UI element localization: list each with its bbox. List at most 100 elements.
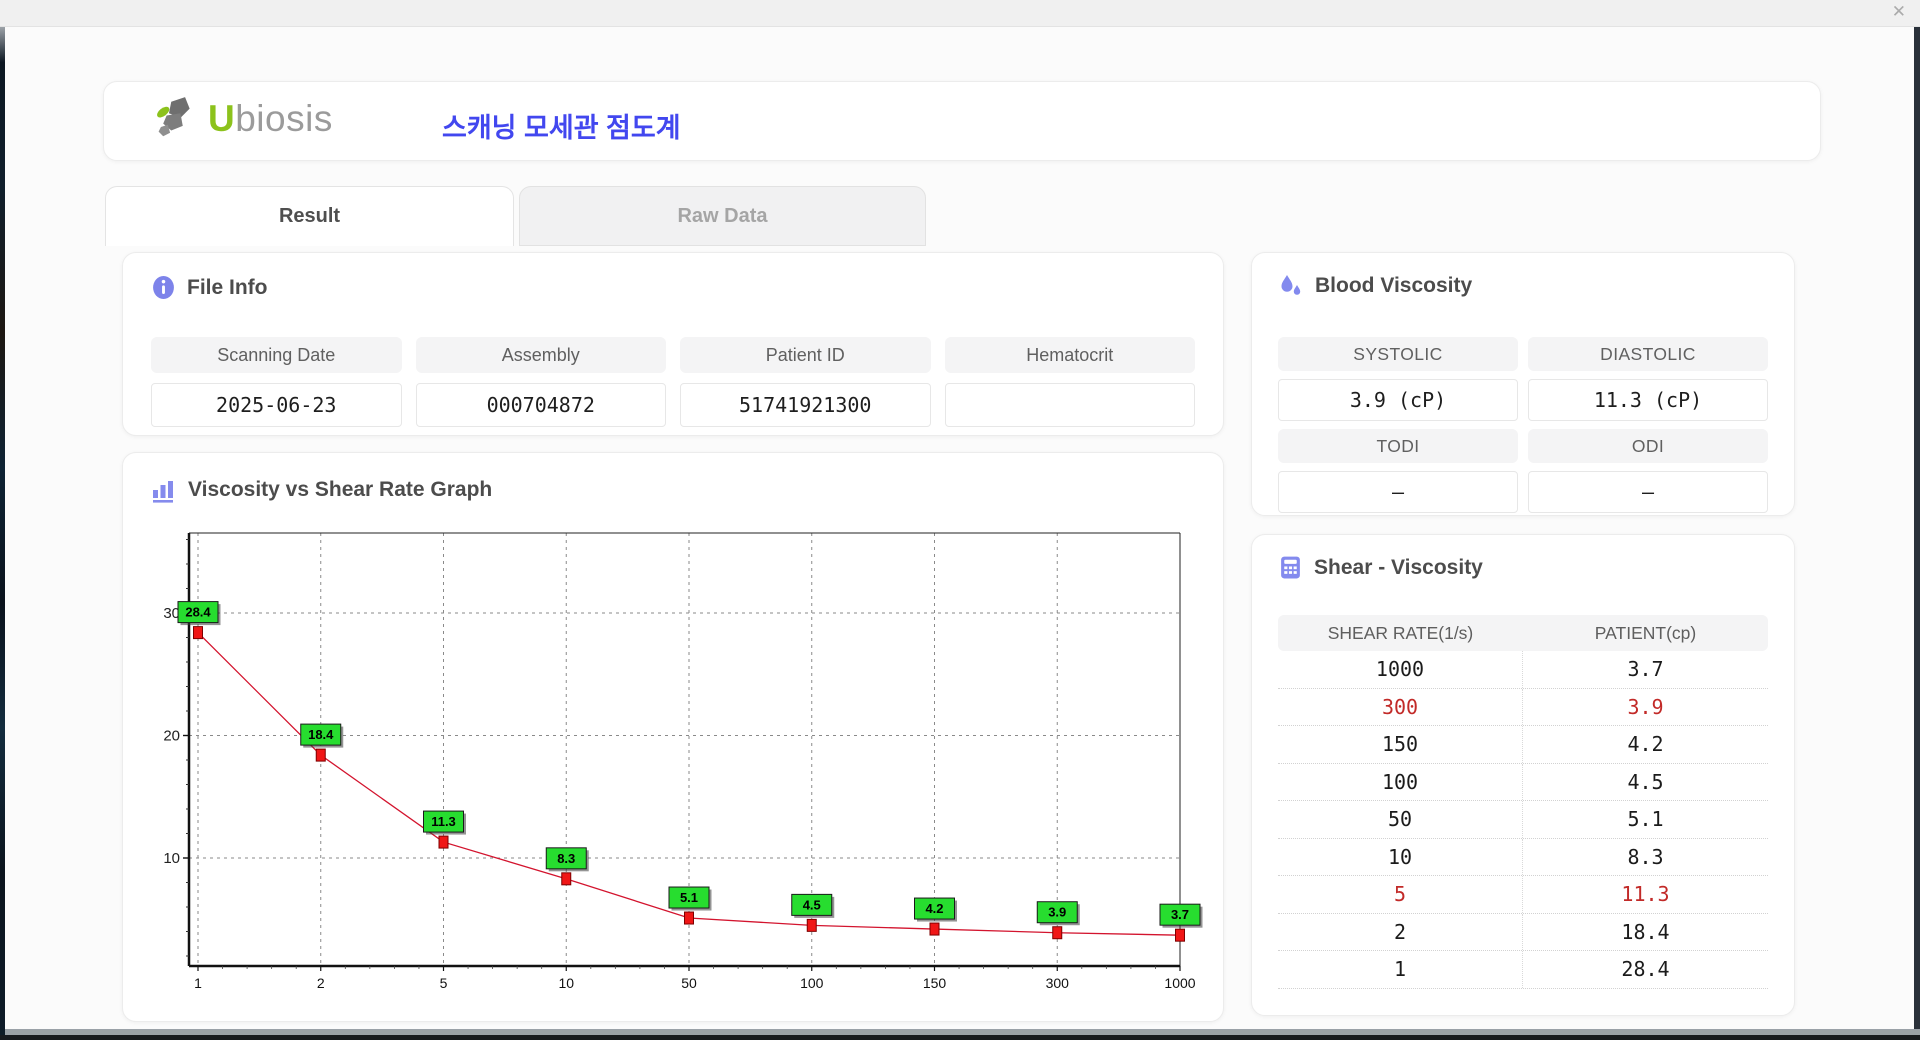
app-window: ✕ Ubiosis 스캐닝 모세관 점도계 Result Raw Data Fi…: [0, 0, 1920, 1040]
svg-text:4.5: 4.5: [803, 897, 821, 912]
svg-text:1: 1: [194, 975, 202, 991]
svg-text:300: 300: [1046, 975, 1070, 991]
table-row: 2 18.4: [1278, 913, 1768, 951]
brand-rest: biosis: [235, 98, 333, 139]
file-info-grid: Scanning Date Assembly Patient ID Hematocri…: [151, 337, 1195, 427]
file-info-field-label: Scanning Date: [151, 337, 402, 373]
shear-viscosity-title: Shear - Viscosity: [1314, 555, 1483, 579]
shear-rate-cell: 5: [1278, 876, 1523, 913]
ubiosis-logo-icon: [157, 97, 190, 137]
table-row: 50 5.1: [1278, 801, 1768, 839]
patient-cp-cell: 5.1: [1627, 807, 1664, 832]
file-info-title-row: File Info: [151, 275, 268, 300]
patient-cp-cell: 4.2: [1627, 732, 1664, 757]
shear-viscosity-title-row: Shear - Viscosity: [1278, 555, 1483, 580]
shear-rate-cell: 50: [1278, 801, 1523, 838]
file-info-field-label: Patient ID: [680, 337, 931, 373]
droplets-icon: [1281, 275, 1301, 295]
tab-raw-data[interactable]: Raw Data: [519, 186, 926, 246]
window-edge-right: [1914, 26, 1920, 1029]
info-icon: [153, 276, 174, 299]
bv-metric-value: –: [1528, 471, 1768, 513]
blood-viscosity-card: Blood Viscosity SYSTOLIC DIASTOLIC 3.9 (cP…: [1251, 252, 1795, 516]
calculator-icon: [1281, 556, 1300, 579]
svg-text:10: 10: [163, 850, 180, 867]
bv-metric-label: SYSTOLIC: [1278, 337, 1518, 371]
patient-cp-cell: 28.4: [1621, 957, 1670, 982]
brand-logo: Ubiosis: [154, 96, 333, 142]
file-info-field-value: [944, 383, 1195, 427]
shear-rate-cell: 1: [1278, 951, 1523, 988]
svg-text:150: 150: [923, 975, 947, 991]
file-info-field-value: 000704872: [415, 383, 666, 427]
shear-rate-cell: 1000: [1278, 651, 1523, 688]
shear-viscosity-table: SHEAR RATE(1/s) PATIENT(cp) 1000 3.7 300 3.9…: [1278, 615, 1768, 989]
svg-text:10: 10: [558, 975, 574, 991]
bar-chart-icon: [153, 481, 173, 503]
file-info-card: File Info Scanning Date Assembly Patient I…: [122, 252, 1224, 436]
brand-text: Ubiosis: [208, 98, 333, 140]
table-row: 100 4.5: [1278, 763, 1768, 801]
svg-text:100: 100: [800, 975, 824, 991]
shear-rate-cell: 2: [1278, 913, 1523, 950]
shear-table-col-header: PATIENT(cp): [1594, 622, 1697, 643]
file-info-field-value: 51741921300: [680, 383, 931, 427]
patient-cp-cell: 4.5: [1627, 769, 1664, 794]
table-row: 10 8.3: [1278, 838, 1768, 876]
svg-text:5.1: 5.1: [680, 890, 698, 905]
file-info-title: File Info: [187, 275, 268, 299]
bv-metric-value: 3.9 (cP): [1278, 379, 1518, 421]
shear-viscosity-card: Shear - Viscosity SHEAR RATE(1/s) PATIENT…: [1251, 534, 1795, 1016]
shear-rate-cell: 300: [1278, 688, 1523, 725]
window-edge-left: [0, 0, 5, 1040]
svg-text:50: 50: [681, 975, 697, 991]
viscosity-chart: 10 20 30 1 2 5 10 50 100 150 300 1000 28.4 18.4 11.3 8.…: [163, 532, 1203, 991]
shear-table-col-header: SHEAR RATE(1/s): [1327, 622, 1474, 643]
svg-text:3.9: 3.9: [1048, 905, 1066, 920]
shear-rate-cell: 100: [1278, 763, 1523, 800]
patient-cp-cell: 3.9: [1627, 694, 1664, 719]
bv-metric-label: ODI: [1528, 429, 1768, 463]
svg-text:20: 20: [163, 728, 180, 745]
blood-viscosity-grid: SYSTOLIC DIASTOLIC 3.9 (cP) 11.3 (cP) TODI OD…: [1278, 337, 1768, 513]
graph-title: Viscosity vs Shear Rate Graph: [188, 478, 493, 501]
table-row: 5 11.3: [1278, 876, 1768, 914]
table-row: 300 3.9: [1278, 688, 1768, 726]
brand-u: U: [208, 98, 236, 139]
svg-text:3.7: 3.7: [1171, 907, 1189, 922]
window-titlebar: [0, 0, 1920, 27]
svg-text:11.3: 11.3: [431, 814, 456, 829]
shear-table-body: 1000 3.7 300 3.9 150 4.2 100 4.5 50 5.1 10 8.3 5 11.3…: [1278, 651, 1768, 989]
bv-metric-label: TODI: [1278, 429, 1518, 463]
tab-result[interactable]: Result: [105, 186, 514, 246]
bv-metric-value: 11.3 (cP): [1528, 379, 1768, 421]
shear-rate-cell: 150: [1278, 726, 1523, 763]
graph-card: Viscosity vs Shear Rate Graph 10 20 30 1 2 5 1…: [122, 452, 1224, 1022]
svg-text:8.3: 8.3: [557, 851, 575, 866]
patient-cp-cell: 3.7: [1627, 657, 1664, 682]
patient-cp-cell: 11.3: [1621, 882, 1670, 907]
patient-cp-cell: 8.3: [1627, 844, 1664, 869]
taskbar-strip: [0, 1035, 1920, 1040]
svg-text:4.2: 4.2: [925, 901, 943, 916]
svg-text:1000: 1000: [1164, 975, 1195, 991]
svg-text:5: 5: [440, 975, 448, 991]
table-row: 1 28.4: [1278, 951, 1768, 989]
shear-rate-cell: 10: [1278, 838, 1523, 875]
table-row: 1000 3.7: [1278, 651, 1768, 689]
svg-text:30: 30: [163, 605, 180, 622]
blood-viscosity-title: Blood Viscosity: [1315, 274, 1473, 297]
bv-metric-value: –: [1278, 471, 1518, 513]
file-info-field-value: 2025-06-23: [151, 383, 402, 427]
file-info-field-label: Assembly: [415, 337, 666, 373]
close-icon[interactable]: ✕: [1892, 2, 1906, 22]
file-info-field-label: Hematocrit: [944, 337, 1195, 373]
blood-viscosity-title-row: Blood Viscosity: [1278, 273, 1472, 299]
shear-table-header: SHEAR RATE(1/s) PATIENT(cp): [1278, 615, 1768, 651]
bv-metric-label: DIASTOLIC: [1528, 337, 1768, 371]
app-title: 스캐닝 모세관 점도계: [442, 113, 681, 143]
graph-title-row: Viscosity vs Shear Rate Graph: [151, 477, 492, 503]
svg-text:28.4: 28.4: [185, 605, 211, 620]
table-row: 150 4.2: [1278, 726, 1768, 764]
brand-header-card: Ubiosis 스캐닝 모세관 점도계: [103, 81, 1821, 161]
